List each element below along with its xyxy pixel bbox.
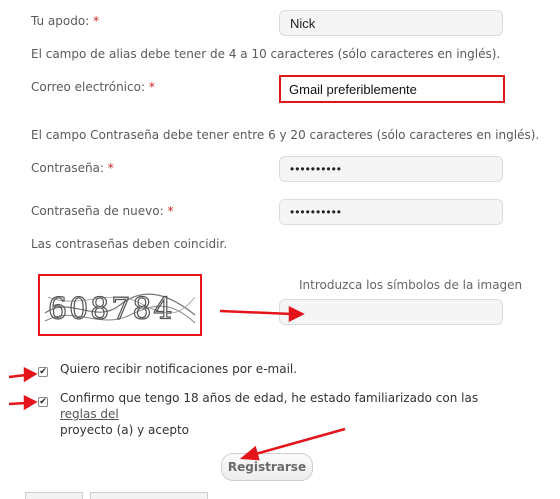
- arrow-to-register-button: [239, 427, 346, 461]
- arrow-to-confirm-checkbox: [8, 394, 38, 411]
- annotation-arrows: [8, 305, 346, 461]
- arrow-to-notifications-checkbox: [8, 366, 38, 383]
- arrow-to-captcha-input: [219, 305, 305, 323]
